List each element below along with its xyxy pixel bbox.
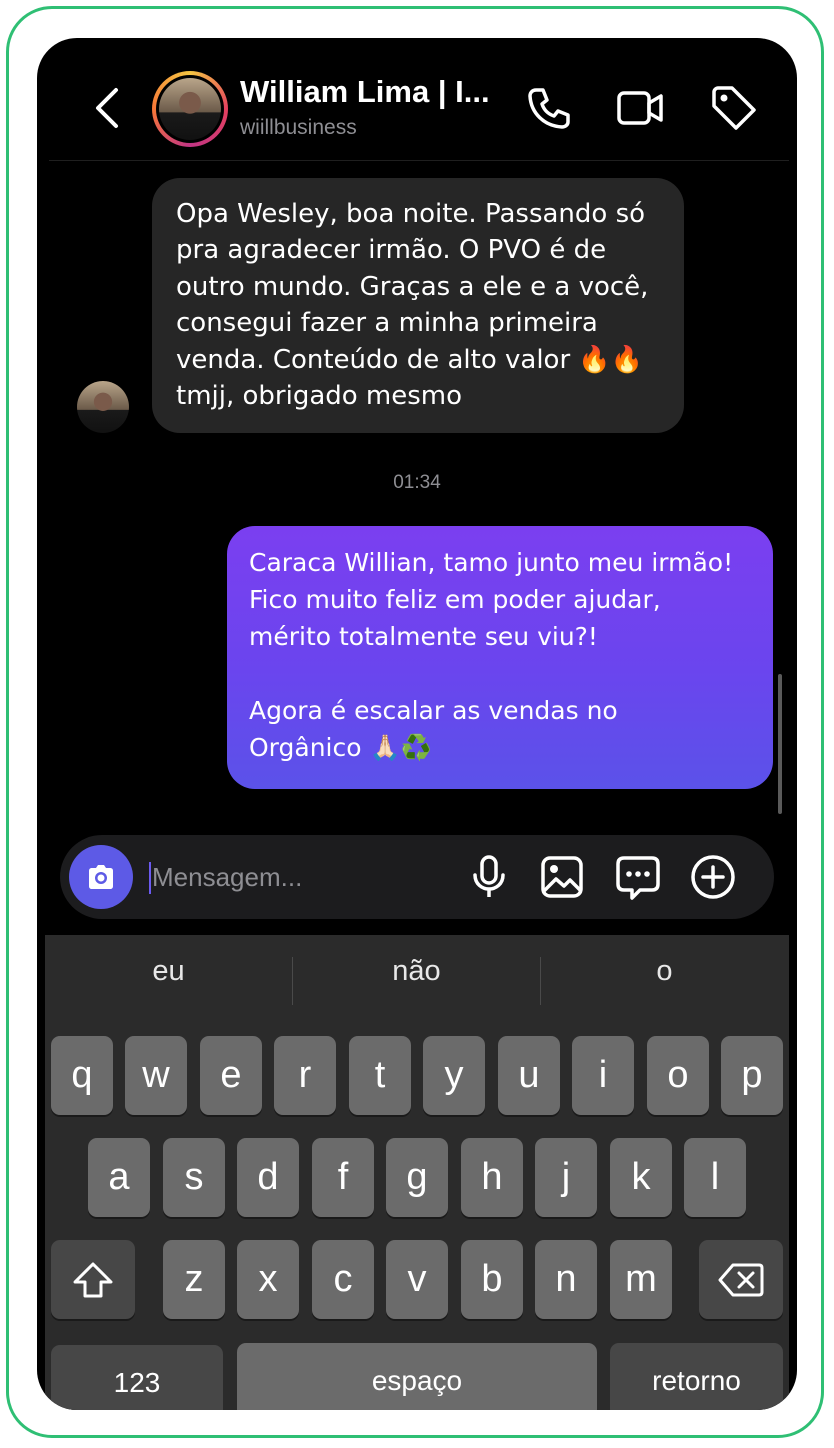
header-divider [49,160,789,161]
outgoing-message-bubble[interactable]: Caraca Willian, tamo junto meu irmão! Fi… [227,526,773,789]
key-h[interactable]: h [461,1138,523,1217]
chat-screen: William Lima | I... wiillbusiness Opa We… [37,38,797,1410]
key-i[interactable]: i [572,1036,634,1115]
contact-name[interactable]: William Lima | I... [240,74,490,110]
image-icon [541,856,583,898]
key-x[interactable]: x [237,1240,299,1319]
camera-icon [89,865,113,889]
key-e[interactable]: e [200,1036,262,1115]
key-w[interactable]: w [125,1036,187,1115]
key-j[interactable]: j [535,1138,597,1217]
key-n[interactable]: n [535,1240,597,1319]
key-l[interactable]: l [684,1138,746,1217]
sender-avatar [77,381,129,433]
label-button[interactable] [708,84,758,132]
chat-bubble-icon [616,856,660,900]
key-v[interactable]: v [386,1240,448,1319]
suggestion-2[interactable]: não [293,955,540,988]
chevron-left-icon [96,88,118,128]
back-button[interactable] [89,86,129,130]
plus-circle-icon [691,855,735,899]
camera-button[interactable] [69,845,133,909]
call-button[interactable] [524,84,574,132]
key-f[interactable]: f [312,1138,374,1217]
numbers-key[interactable]: 123 [51,1345,223,1410]
contact-handle[interactable]: wiillbusiness [240,116,357,140]
key-p[interactable]: p [721,1036,783,1115]
shift-arrow-icon [73,1262,113,1297]
key-k[interactable]: k [610,1138,672,1217]
key-y[interactable]: y [423,1036,485,1115]
shift-key[interactable] [51,1240,135,1319]
key-s[interactable]: s [163,1138,225,1217]
return-key[interactable]: retorno [610,1343,783,1410]
tag-icon [712,86,756,130]
message-timestamp: 01:34 [393,472,441,493]
incoming-message-bubble[interactable]: Opa Wesley, boa noite. Passando só pra a… [152,178,684,433]
gallery-button[interactable] [538,853,586,901]
key-c[interactable]: c [312,1240,374,1319]
key-a[interactable]: a [88,1138,150,1217]
avatar-photo [159,78,221,140]
suggestion-1[interactable]: eu [45,955,292,988]
message-input[interactable] [152,857,412,897]
key-r[interactable]: r [274,1036,336,1115]
video-call-button[interactable] [615,84,665,132]
key-d[interactable]: d [237,1138,299,1217]
keyboard: eu não o q w e r t y u i o p a s d f g h… [45,935,789,1410]
suggestion-3[interactable]: o [541,955,788,988]
key-b[interactable]: b [461,1240,523,1319]
key-q[interactable]: q [51,1036,113,1115]
key-t[interactable]: t [349,1036,411,1115]
scrollbar[interactable] [778,674,782,814]
key-z[interactable]: z [163,1240,225,1319]
microphone-icon [473,855,505,897]
stickers-button[interactable] [614,853,662,901]
video-icon [617,91,663,125]
backspace-icon [718,1263,764,1296]
text-cursor [149,862,151,894]
key-o[interactable]: o [647,1036,709,1115]
key-m[interactable]: m [610,1240,672,1319]
message-composer [60,835,774,919]
more-options-button[interactable] [689,853,737,901]
key-g[interactable]: g [386,1138,448,1217]
voice-message-button[interactable] [465,853,513,901]
phone-icon [528,88,570,129]
profile-avatar[interactable] [152,71,228,147]
key-u[interactable]: u [498,1036,560,1115]
space-key[interactable]: espaço [237,1343,597,1410]
delete-key[interactable] [699,1240,783,1319]
